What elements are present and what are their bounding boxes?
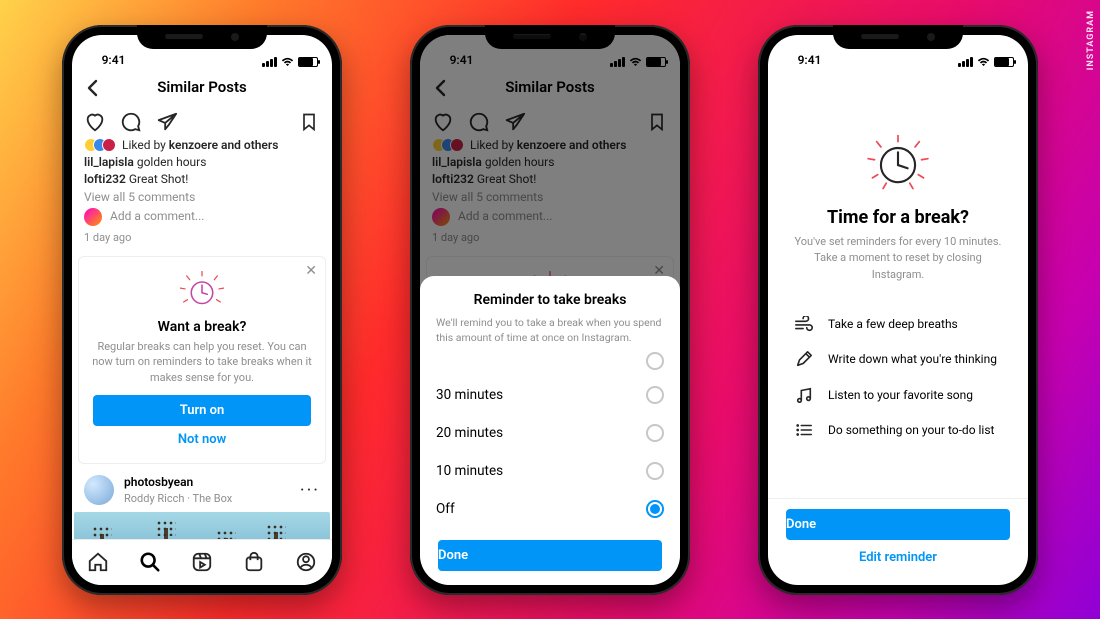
view-all-comments[interactable]: View all 5 comments [84, 189, 320, 206]
tab-search-icon[interactable] [139, 551, 161, 573]
close-icon[interactable]: ✕ [305, 263, 317, 279]
option-off[interactable]: Off [436, 490, 664, 528]
liked-avatars [84, 138, 116, 152]
caption: lil_lapisla golden hours [84, 154, 320, 171]
status-time: 9:41 [86, 53, 141, 67]
radio-icon[interactable] [646, 462, 664, 480]
like-icon[interactable] [84, 111, 106, 133]
card-title: Want a break? [91, 319, 313, 335]
top-comment: lofti232 Great Shot! [84, 171, 320, 188]
status-time: 9:41 [782, 53, 837, 67]
wifi-icon [977, 57, 990, 67]
break-prompt-card: ✕ Want a break? Regular breaks can [78, 256, 326, 464]
sheet-title: Reminder to take breaks [436, 292, 664, 308]
pencil-icon [794, 350, 814, 368]
avatar [84, 475, 114, 505]
list-icon [794, 422, 814, 438]
tip-music: Listen to your favorite song [794, 377, 1002, 413]
battery-icon [994, 57, 1014, 67]
turn-on-button[interactable]: Turn on [93, 395, 311, 426]
tab-bar [72, 539, 332, 585]
clock-icon [91, 271, 313, 313]
page-title: Similar Posts [157, 78, 247, 96]
battery-icon [298, 57, 318, 67]
phone-frame-1: 9:41 Similar Posts [62, 25, 342, 595]
tab-shop-icon[interactable] [243, 551, 265, 573]
option-30-min[interactable]: 30 minutes [436, 376, 664, 414]
username: photosbyean [124, 474, 290, 491]
radio-none[interactable] [646, 352, 664, 370]
card-desc: Regular breaks can help you reset. You c… [91, 339, 313, 385]
break-desc: You've set reminders for every 10 minute… [788, 234, 1008, 284]
more-icon[interactable]: ··· [300, 480, 320, 501]
tab-reels-icon[interactable] [191, 551, 213, 573]
subtitle: Roddy Ricch · The Box [124, 491, 290, 506]
edit-reminder-button[interactable]: Edit reminder [784, 544, 1012, 571]
signal-icon [262, 57, 277, 67]
add-comment[interactable]: Add a comment... [84, 208, 320, 226]
page-header: Similar Posts [72, 69, 332, 105]
liked-by-row[interactable]: Liked by kenzoere and others [84, 137, 320, 154]
tip-breathe: Take a few deep breaths [794, 307, 1002, 341]
radio-selected-icon[interactable] [646, 500, 664, 518]
option-10-min[interactable]: 10 minutes [436, 452, 664, 490]
reminder-sheet: Reminder to take breaks We'll remind you… [420, 276, 680, 584]
tab-home-icon[interactable] [87, 551, 109, 573]
done-button[interactable]: Done [438, 540, 662, 571]
wifi-icon [281, 57, 294, 67]
signal-icon [958, 57, 973, 67]
radio-icon[interactable] [646, 424, 664, 442]
wind-icon [794, 316, 814, 332]
done-button[interactable]: Done [786, 509, 1010, 540]
tip-todo: Do something on your to-do list [794, 413, 1002, 447]
option-20-min[interactable]: 20 minutes [436, 414, 664, 452]
break-title: Time for a break? [788, 207, 1008, 228]
comment-icon[interactable] [120, 111, 142, 133]
sheet-desc: We'll remind you to take a break when yo… [436, 316, 664, 345]
phone-frame-2: 9:41 Similar Posts Liked by [410, 25, 690, 595]
tip-write: Write down what you're thinking [794, 341, 1002, 377]
radio-icon[interactable] [646, 386, 664, 404]
music-icon [794, 386, 814, 404]
share-icon[interactable] [156, 111, 178, 133]
bookmark-icon[interactable] [298, 111, 320, 133]
clock-icon [788, 135, 1008, 193]
suggested-account-row[interactable]: photosbyean Roddy Ricch · The Box ··· [72, 464, 332, 512]
not-now-button[interactable]: Not now [91, 426, 313, 453]
back-icon[interactable] [82, 77, 104, 99]
tab-profile-icon[interactable] [295, 551, 317, 573]
phone-frame-3: 9:41 [758, 25, 1038, 595]
my-avatar [84, 208, 102, 226]
post-timestamp: 1 day ago [84, 230, 320, 246]
